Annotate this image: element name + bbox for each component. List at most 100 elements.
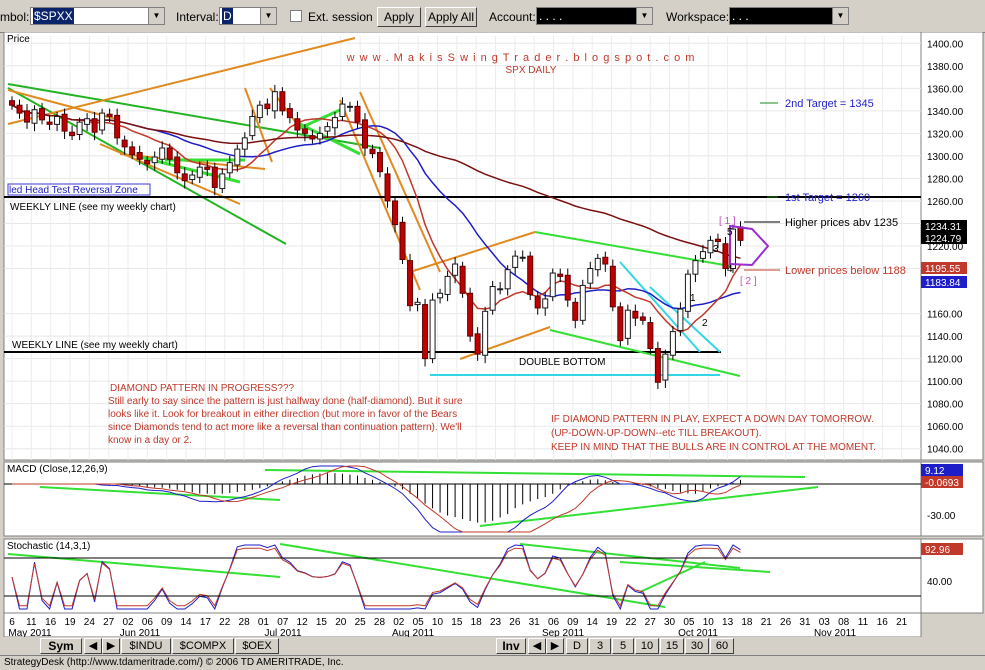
candle-body [31, 109, 38, 124]
tab-compx[interactable]: $COMPX [172, 638, 234, 654]
candle-body [519, 256, 526, 259]
wave-label-4: 4 [727, 264, 733, 275]
price-tick-label: 1320.00 [927, 129, 964, 140]
price-tick-label: 1340.00 [927, 107, 964, 118]
x-tick-label: 31 [799, 617, 811, 628]
sym-button[interactable]: Sym [40, 638, 82, 654]
account-value: . . . . [539, 9, 563, 23]
x-tick-label: 05 [683, 617, 695, 628]
apply-button[interactable]: Apply [377, 7, 421, 27]
interval-tab-3[interactable]: 3 [589, 638, 611, 654]
scroll-right-icon[interactable]: ▶ [102, 638, 120, 654]
interval-tab-d[interactable]: D [566, 638, 588, 654]
chart-title: SPX DAILY [506, 65, 557, 76]
candle-body [54, 115, 61, 125]
candle-body [677, 308, 684, 331]
toolbar: mbol: $SPXX ▼ Interval: D ▼ Ext. session… [0, 0, 985, 33]
price-badge-4: 1183.84 [925, 278, 961, 289]
x-tick-label: 30 [664, 617, 676, 628]
x-tick-label: 19 [606, 617, 618, 628]
candle-body [662, 353, 669, 381]
chevron-down-icon[interactable]: ▼ [148, 8, 164, 24]
price-tick-label: 1160.00 [927, 310, 963, 321]
candle-body [437, 292, 444, 299]
interval-tab-10[interactable]: 10 [635, 638, 659, 654]
candle-body [624, 309, 631, 339]
play-note-line1: IF DIAMOND PATTERN IN PLAY, EXPECT A DOW… [551, 414, 874, 425]
x-tick-label: 25 [355, 617, 367, 628]
x-tick-label: 24 [84, 617, 96, 628]
wave-label-5: 5 [727, 227, 733, 238]
candle-body [159, 147, 166, 160]
interval-tab-5[interactable]: 5 [612, 638, 634, 654]
candle-body [99, 112, 106, 131]
interval-tab-30[interactable]: 30 [685, 638, 709, 654]
candle-body [294, 118, 301, 131]
candle-body [219, 173, 226, 190]
diamond-note-body: Still early to say since the pattern is … [108, 396, 463, 446]
stoch-badge: 92.96 [925, 545, 950, 556]
scroll-left-icon[interactable]: ◀ [528, 638, 546, 654]
x-tick-label: 11 [858, 617, 869, 628]
x-tick-label: 31 [529, 617, 541, 628]
candle-body [647, 322, 654, 349]
price-tick-label: 1260.00 [927, 197, 964, 208]
symbol-value: $SPXX [33, 8, 74, 24]
candle-body [414, 301, 421, 306]
x-tick-label: 20 [335, 617, 347, 628]
x-tick-label: 15 [451, 617, 463, 628]
account-combo[interactable]: . . . . ▼ [536, 7, 653, 25]
chart-area[interactable]: 1040.00 1060.00 1080.00 1100.00 1120.00 1140.… [0, 32, 985, 654]
tab-oex[interactable]: $OEX [235, 638, 279, 654]
candle-body [369, 148, 376, 155]
workspace-label: Workspace: [666, 10, 730, 24]
target2-label: 2nd Target = 1345 [785, 98, 874, 110]
scroll-right-icon[interactable]: ▶ [546, 638, 564, 654]
candle-body [512, 255, 519, 268]
chevron-down-icon[interactable]: ▼ [832, 8, 848, 24]
x-tick-label: 16 [45, 617, 57, 628]
candle-body [76, 121, 83, 135]
workspace-value: . . . [732, 9, 749, 23]
symbol-combo[interactable]: $SPXX ▼ [30, 7, 165, 25]
candle-body [361, 119, 368, 149]
x-tick-label: 13 [722, 617, 734, 628]
chevron-down-icon[interactable]: ▼ [260, 8, 276, 24]
candle-body [377, 152, 383, 173]
chevron-down-icon[interactable]: ▼ [636, 8, 652, 24]
price-panel-title: Price [7, 34, 30, 45]
interval-tab-15[interactable]: 15 [660, 638, 684, 654]
candle-body [16, 104, 23, 114]
chart-svg[interactable]: 1040.001060.001080.001100.001120.001140.… [0, 32, 985, 637]
candle-body [316, 132, 323, 140]
ext-session-checkbox[interactable] [290, 10, 302, 22]
candle-body [9, 100, 15, 106]
x-tick-label: 22 [625, 617, 637, 628]
x-tick-label: 27 [103, 617, 115, 628]
workspace-combo[interactable]: . . . ▼ [729, 7, 849, 25]
x-tick-label: 03 [819, 617, 831, 628]
lower-prices-label: Lower prices below 1188 [785, 265, 906, 277]
scroll-left-icon[interactable]: ◀ [84, 638, 102, 654]
x-month-label: Jul 2011 [264, 628, 302, 637]
signal-badge: -0.0693 [925, 478, 959, 489]
candle-body [564, 274, 571, 301]
candle-body [189, 174, 196, 181]
candle-body [594, 257, 601, 271]
apply-all-button[interactable]: Apply All [425, 7, 477, 27]
x-month-label: Nov 2011 [814, 628, 857, 637]
x-month-label: Jun 2011 [120, 628, 161, 637]
interval-combo[interactable]: D ▼ [219, 7, 277, 25]
candle-body [444, 275, 451, 295]
candle-body [429, 299, 436, 360]
candle-body [354, 105, 361, 123]
inv-button[interactable]: Inv [496, 638, 526, 654]
candle-body [84, 118, 91, 125]
price-tick-label: 1380.00 [927, 62, 964, 73]
x-tick-label: 10 [432, 617, 444, 628]
x-month-label: May 2011 [8, 628, 52, 637]
interval-tab-60[interactable]: 60 [710, 638, 734, 654]
candle-body [699, 251, 706, 259]
tab-indu[interactable]: $INDU [121, 638, 171, 654]
candle-body [309, 135, 316, 140]
